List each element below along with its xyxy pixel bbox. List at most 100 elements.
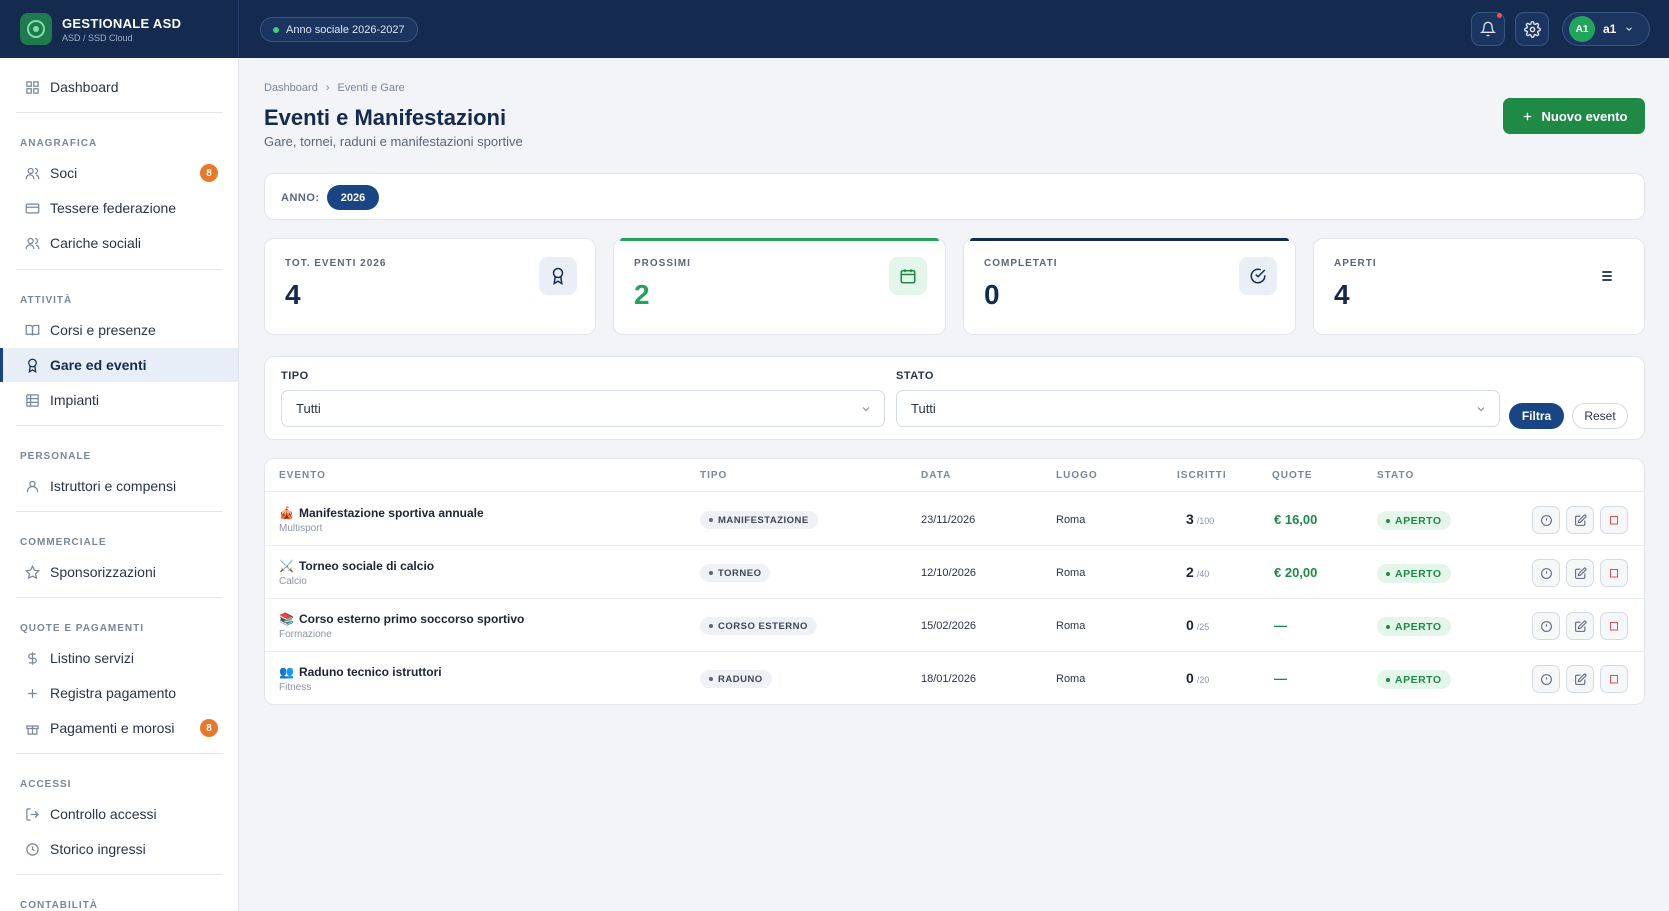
- stato-select-value: Tutti: [911, 401, 936, 416]
- event-date: 18/01/2026: [921, 673, 977, 685]
- avatar: A1: [1569, 16, 1595, 42]
- sidebar-item-sponsor[interactable]: Sponsorizzazioni: [0, 555, 238, 589]
- stato-select[interactable]: Tutti: [896, 390, 1500, 427]
- trash-icon: [1610, 516, 1618, 525]
- breadcrumb-home[interactable]: Dashboard: [264, 82, 318, 94]
- year-filter-label: ANNO:: [281, 192, 320, 204]
- new-event-label: Nuovo evento: [1541, 108, 1628, 124]
- sidebar-item-soci[interactable]: Soci 8: [0, 156, 238, 190]
- edit-button[interactable]: [1566, 612, 1594, 640]
- tipo-select-value: Tutti: [296, 401, 321, 416]
- event-location: Roma: [1056, 514, 1086, 526]
- log-in-icon: [24, 806, 40, 822]
- plus-icon: [1523, 112, 1531, 120]
- sidebar-item-impianti[interactable]: Impianti: [0, 383, 238, 417]
- sidebar-item-tessere[interactable]: Tessere federazione: [0, 191, 238, 225]
- event-type-emoji: ⚔️: [279, 559, 294, 573]
- notifications-button[interactable]: [1471, 12, 1505, 46]
- row-divider: [265, 545, 1644, 546]
- event-discipline: Formazione: [279, 629, 332, 640]
- chevron-down-icon: [1477, 407, 1485, 412]
- sidebar-item-label: Controllo accessi: [50, 806, 157, 822]
- sidebar-item-storico[interactable]: Storico ingressi: [0, 832, 238, 866]
- edit-button[interactable]: [1566, 506, 1594, 534]
- user-menu[interactable]: A1 a1: [1562, 12, 1650, 46]
- sidebar-item-label: Listino servizi: [50, 650, 135, 666]
- event-type-emoji: 🎪: [279, 506, 294, 520]
- users-icon: [24, 165, 40, 181]
- sidebar-item-cariche[interactable]: Cariche sociali: [0, 226, 238, 260]
- sidebar-item-corsi[interactable]: Corsi e presenze: [0, 313, 238, 347]
- event-type-badge: TORNEO: [700, 564, 771, 582]
- year-chip[interactable]: 2026: [327, 185, 379, 210]
- view-button[interactable]: [1532, 559, 1560, 587]
- table-icon: [24, 392, 40, 408]
- event-date: 23/11/2026: [921, 514, 976, 526]
- delete-button[interactable]: [1600, 506, 1628, 534]
- user-name: a1: [1603, 22, 1617, 36]
- sidebar-item-label: Dashboard: [50, 79, 119, 95]
- list-icon: [1588, 257, 1626, 295]
- stat-card-open: APERTI 4: [1313, 238, 1645, 335]
- sidebar-item-label: Registra pagamento: [50, 685, 177, 701]
- info-icon: [1540, 514, 1552, 526]
- sidebar-item-label: Impianti: [50, 392, 100, 408]
- card-icon: [24, 200, 40, 216]
- sidebar-item-dashboard[interactable]: Dashboard: [0, 70, 238, 104]
- notification-dot: [1497, 13, 1502, 18]
- sidebar-item-label: Gare ed eventi: [50, 357, 147, 373]
- filter-button[interactable]: Filtra: [1509, 403, 1564, 429]
- settings-button[interactable]: [1515, 12, 1549, 46]
- sidebar-item-istruttori[interactable]: Istruttori e compensi: [0, 469, 238, 503]
- trash-icon: [1610, 675, 1618, 684]
- chevron-down-icon: [1626, 27, 1633, 31]
- event-title-text: Manifestazione sportiva annuale: [298, 506, 484, 520]
- event-fee: € 16,00: [1274, 512, 1318, 527]
- tipo-select[interactable]: Tutti: [281, 390, 885, 427]
- sidebar-item-label: Cariche sociali: [50, 235, 142, 251]
- sidebar-item-label: Sponsorizzazioni: [50, 564, 156, 580]
- stat-card-total: TOT. EVENTI 2026 4: [264, 238, 596, 335]
- stat-card-completed: COMPLETATI 0: [963, 238, 1296, 335]
- edit-icon: [1574, 672, 1587, 685]
- delete-button[interactable]: [1600, 665, 1628, 693]
- clock-icon: [24, 841, 40, 857]
- event-title[interactable]: 🎪 Manifestazione sportiva annuale: [279, 506, 484, 520]
- sidebar-item-listino[interactable]: Listino servizi: [0, 641, 238, 675]
- event-status-badge: APERTO: [1377, 511, 1451, 530]
- event-title[interactable]: 📚 Corso esterno primo soccorso sportivo: [279, 612, 524, 626]
- event-status-badge: APERTO: [1377, 564, 1451, 583]
- event-date: 12/10/2026: [921, 567, 977, 579]
- sidebar-item-gare[interactable]: Gare ed eventi: [0, 348, 238, 382]
- event-title[interactable]: 👥 Raduno tecnico istruttori: [279, 665, 442, 679]
- edit-icon: [1574, 513, 1587, 526]
- view-button[interactable]: [1532, 506, 1560, 534]
- event-fee: —: [1274, 618, 1287, 633]
- event-type-badge: CORSO ESTERNO: [700, 617, 817, 635]
- bell-icon: [1480, 21, 1496, 37]
- sidebar-item-pagamenti[interactable]: Pagamenti e morosi 8: [0, 711, 238, 745]
- edit-button[interactable]: [1566, 559, 1594, 587]
- stato-filter-label: STATO: [896, 370, 934, 382]
- view-button[interactable]: [1532, 612, 1560, 640]
- stat-label: COMPLETATI: [984, 258, 1058, 269]
- view-button[interactable]: [1532, 665, 1560, 693]
- reset-button[interactable]: Reset: [1572, 403, 1628, 429]
- event-location: Roma: [1056, 567, 1086, 579]
- edit-button[interactable]: [1566, 665, 1594, 693]
- delete-button[interactable]: [1600, 612, 1628, 640]
- trash-icon: [1610, 622, 1618, 631]
- sidebar-item-registra[interactable]: Registra pagamento: [0, 676, 238, 710]
- year-filter-bar: ANNO: 2026: [264, 173, 1645, 220]
- new-event-button[interactable]: Nuovo evento: [1503, 98, 1645, 134]
- brand[interactable]: GESTIONALE ASD ASD / SSD Cloud: [0, 0, 239, 58]
- delete-button[interactable]: [1600, 559, 1628, 587]
- section-personale: PERSONALE: [20, 451, 92, 462]
- book-icon: [24, 322, 40, 338]
- event-title[interactable]: ⚔️ Torneo sociale di calcio: [279, 559, 434, 573]
- event-enrolled: 3/100: [1186, 511, 1215, 527]
- sidebar-item-label: Tessere federazione: [50, 200, 177, 216]
- sidebar-item-controllo[interactable]: Controllo accessi: [0, 797, 238, 831]
- season-pill[interactable]: Anno sociale 2026-2027: [260, 17, 418, 42]
- brand-subtitle: ASD / SSD Cloud: [62, 32, 133, 43]
